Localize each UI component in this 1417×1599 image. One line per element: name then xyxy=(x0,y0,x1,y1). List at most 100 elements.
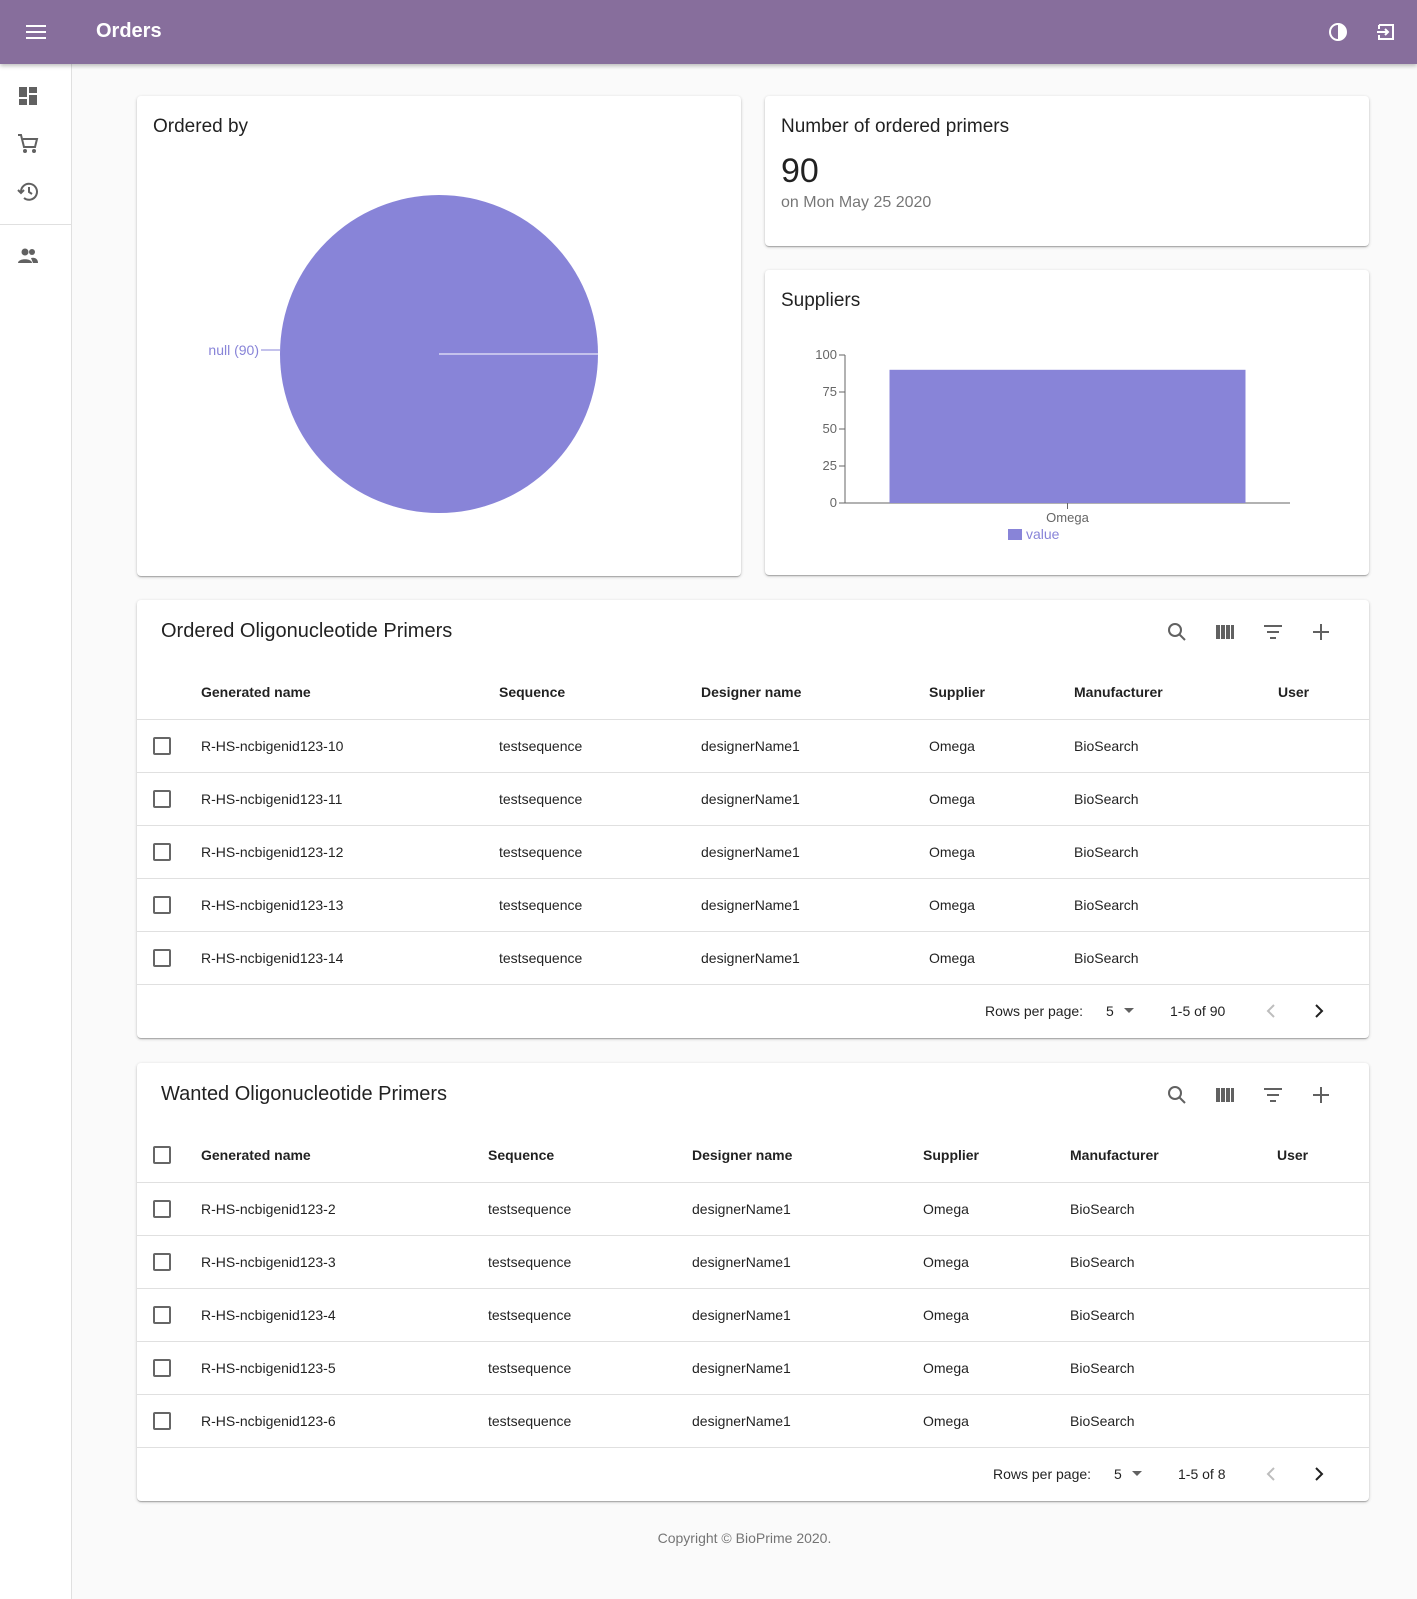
table-row[interactable]: R-HS-ncbigenid123-10 testsequence design… xyxy=(137,720,1369,773)
ordered-by-pie-chart: null (90) xyxy=(208,195,598,513)
row-checkbox[interactable] xyxy=(153,1412,171,1430)
table-row[interactable]: R-HS-ncbigenid123-11 testsequence design… xyxy=(137,773,1369,826)
row-checkbox[interactable] xyxy=(153,790,171,808)
rows-per-page-select[interactable]: 5 xyxy=(1106,985,1134,1037)
wanted-table-title: Wanted Oligonucleotide Primers xyxy=(161,1083,448,1105)
rows-per-page-select[interactable]: 5 xyxy=(1114,1448,1142,1500)
column-header-designer-name[interactable]: Designer name xyxy=(701,664,801,720)
column-header-generated-name[interactable]: Generated name xyxy=(201,664,311,720)
column-header-user[interactable]: User xyxy=(1278,664,1309,720)
dashboard-icon[interactable] xyxy=(16,84,40,108)
legend-label: value xyxy=(1026,526,1060,542)
add-icon[interactable] xyxy=(1309,620,1333,644)
row-checkbox[interactable] xyxy=(153,1253,171,1271)
pagination-range: 1-5 of 8 xyxy=(1178,1466,1226,1482)
next-page-icon[interactable] xyxy=(1307,1462,1331,1486)
contrast-icon[interactable] xyxy=(1326,20,1350,44)
cell-manufacturer: BioSearch xyxy=(1070,1307,1135,1323)
row-checkbox[interactable] xyxy=(153,1306,171,1324)
filter-list-icon[interactable] xyxy=(1261,620,1285,644)
table-row[interactable]: R-HS-ncbigenid123-5 testsequence designe… xyxy=(137,1342,1369,1395)
chevron-down-icon xyxy=(1131,1471,1142,1476)
suppliers-bar-chart: 0 25 50 75 100 Omegavalue xyxy=(815,347,1290,542)
chevron-down-icon xyxy=(1123,1008,1134,1013)
cell-sequence: testsequence xyxy=(499,791,583,807)
y-tick-label: 100 xyxy=(815,347,837,362)
table-row[interactable]: R-HS-ncbigenid123-3 testsequence designe… xyxy=(137,1236,1369,1289)
column-header-sequence[interactable]: Sequence xyxy=(488,1127,554,1183)
logout-icon[interactable] xyxy=(1374,20,1398,44)
cell-generated-name: R-HS-ncbigenid123-13 xyxy=(201,897,344,913)
cell-designer-name: designerName1 xyxy=(701,950,800,966)
table-row[interactable]: R-HS-ncbigenid123-13 testsequence design… xyxy=(137,879,1369,932)
x-tick-label: Omega xyxy=(1046,510,1089,525)
y-tick-label: 25 xyxy=(823,458,837,473)
bar-omega[interactable] xyxy=(889,369,1246,503)
column-header-supplier[interactable]: Supplier xyxy=(923,1127,979,1183)
column-header-sequence[interactable]: Sequence xyxy=(499,664,565,720)
pie-label: null (90) xyxy=(208,342,259,358)
cell-sequence: testsequence xyxy=(488,1413,572,1429)
primer-count-date: on Mon May 25 2020 xyxy=(781,194,932,211)
page-title: Orders xyxy=(96,20,162,42)
row-checkbox[interactable] xyxy=(153,843,171,861)
column-header-user[interactable]: User xyxy=(1277,1127,1308,1183)
cell-manufacturer: BioSearch xyxy=(1070,1254,1135,1270)
column-header-manufacturer[interactable]: Manufacturer xyxy=(1074,664,1163,720)
select-all-checkbox[interactable] xyxy=(153,1146,171,1164)
primer-count-card: Number of ordered primers 90 on Mon May … xyxy=(765,96,1369,246)
cell-generated-name: R-HS-ncbigenid123-10 xyxy=(201,738,344,754)
column-header-designer-name[interactable]: Designer name xyxy=(692,1127,792,1183)
cart-icon[interactable] xyxy=(16,132,40,156)
table-row[interactable]: R-HS-ncbigenid123-14 testsequence design… xyxy=(137,932,1369,985)
row-checkbox[interactable] xyxy=(153,1359,171,1377)
menu-icon[interactable] xyxy=(22,20,50,44)
cell-generated-name: R-HS-ncbigenid123-4 xyxy=(201,1307,336,1323)
ordered-table-title: Ordered Oligonucleotide Primers xyxy=(161,620,453,642)
previous-page-icon[interactable] xyxy=(1259,1462,1283,1486)
people-icon[interactable] xyxy=(16,244,40,268)
cell-designer-name: designerName1 xyxy=(692,1360,791,1376)
cell-supplier: Omega xyxy=(929,950,975,966)
wanted-table-header: Generated name Sequence Designer name Su… xyxy=(137,1127,1369,1183)
cell-designer-name: designerName1 xyxy=(692,1307,791,1323)
view-columns-icon[interactable] xyxy=(1213,1083,1237,1107)
footer-copyright: Copyright © BioPrime 2020. xyxy=(657,1530,832,1546)
cell-supplier: Omega xyxy=(923,1254,969,1270)
previous-page-icon[interactable] xyxy=(1259,999,1283,1023)
row-checkbox[interactable] xyxy=(153,737,171,755)
suppliers-card: Suppliers 0 25 50 75 100 Omega value xyxy=(765,270,1369,575)
cell-sequence: testsequence xyxy=(488,1201,572,1217)
table-row[interactable]: R-HS-ncbigenid123-4 testsequence designe… xyxy=(137,1289,1369,1342)
next-page-icon[interactable] xyxy=(1307,999,1331,1023)
column-header-generated-name[interactable]: Generated name xyxy=(201,1127,311,1183)
column-header-manufacturer[interactable]: Manufacturer xyxy=(1070,1127,1159,1183)
cell-manufacturer: BioSearch xyxy=(1074,897,1139,913)
view-columns-icon[interactable] xyxy=(1213,620,1237,644)
pagination-range: 1-5 of 90 xyxy=(1170,1003,1226,1019)
y-tick-label: 75 xyxy=(823,384,837,399)
rows-per-page-label: Rows per page: xyxy=(985,1003,1084,1019)
cell-manufacturer: BioSearch xyxy=(1074,791,1139,807)
history-icon[interactable] xyxy=(16,180,40,204)
cell-generated-name: R-HS-ncbigenid123-12 xyxy=(201,844,344,860)
cell-generated-name: R-HS-ncbigenid123-5 xyxy=(201,1360,336,1376)
filter-list-icon[interactable] xyxy=(1261,1083,1285,1107)
row-checkbox[interactable] xyxy=(153,896,171,914)
column-header-supplier[interactable]: Supplier xyxy=(929,664,985,720)
search-icon[interactable] xyxy=(1165,620,1189,644)
table-row[interactable]: R-HS-ncbigenid123-12 testsequence design… xyxy=(137,826,1369,879)
cell-designer-name: designerName1 xyxy=(692,1413,791,1429)
y-tick-label: 0 xyxy=(830,495,837,510)
row-checkbox[interactable] xyxy=(153,949,171,967)
ordered-primers-table-card: Ordered Oligonucleotide Primers Generate… xyxy=(137,600,1369,1038)
cell-supplier: Omega xyxy=(929,897,975,913)
search-icon[interactable] xyxy=(1165,1083,1189,1107)
cell-manufacturer: BioSearch xyxy=(1074,950,1139,966)
add-icon[interactable] xyxy=(1309,1083,1333,1107)
row-checkbox[interactable] xyxy=(153,1200,171,1218)
table-row[interactable]: R-HS-ncbigenid123-2 testsequence designe… xyxy=(137,1183,1369,1236)
cell-manufacturer: BioSearch xyxy=(1070,1360,1135,1376)
cell-sequence: testsequence xyxy=(499,738,583,754)
table-row[interactable]: R-HS-ncbigenid123-6 testsequence designe… xyxy=(137,1395,1369,1448)
